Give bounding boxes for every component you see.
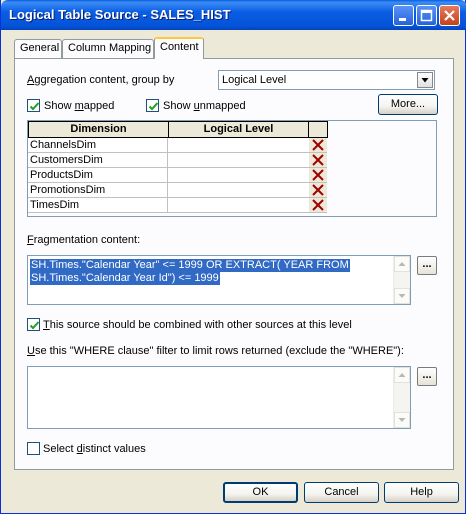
delete-x-icon (312, 154, 324, 166)
show-unmapped-text-rest: nmapped (199, 100, 246, 112)
where-clause-browse-button[interactable]: ... (417, 367, 437, 386)
select-distinct-text-rest: istinct values (82, 443, 146, 455)
scroll-up-button[interactable] (394, 367, 410, 383)
ok-button[interactable]: OK (223, 482, 298, 503)
close-button[interactable] (439, 5, 460, 26)
table-cell-dimension[interactable]: TimesDim (28, 198, 168, 213)
column-header-logical-level[interactable]: Logical Level (168, 121, 309, 138)
table-cell-dimension[interactable]: PromotionsDim (28, 183, 168, 198)
tab-content-label: Content (160, 41, 199, 53)
column-header-delete (308, 121, 328, 138)
chevron-down-icon[interactable] (417, 72, 433, 88)
show-mapped-label[interactable]: Show mapped (44, 100, 114, 112)
more-button[interactable]: More... (378, 94, 438, 115)
chevron-up-icon (398, 373, 406, 377)
combine-sources-label[interactable]: This source should be combined with othe… (43, 319, 352, 331)
where-clause-text: se this "WHERE clause" filter to limit r… (34, 345, 404, 357)
where-clause-scrollbar[interactable] (393, 367, 410, 428)
checkmark-icon (29, 321, 40, 330)
checkmark-icon (29, 102, 40, 111)
delete-x-icon (312, 139, 324, 151)
delete-row-button[interactable] (309, 183, 327, 198)
show-unmapped-text: Show (163, 100, 194, 112)
fragmentation-label-mnemonic: F (27, 234, 34, 246)
delete-row-button[interactable] (309, 168, 327, 183)
table-cell-dimension[interactable]: CustomersDim (28, 153, 168, 168)
aggregation-label-text: ggregation content, group by (34, 74, 175, 86)
table-cell-logical-level[interactable] (168, 168, 309, 183)
where-clause-textarea[interactable] (27, 366, 411, 429)
maximize-button[interactable] (416, 5, 437, 26)
scroll-up-button[interactable] (394, 256, 410, 272)
aggregation-selected-value: Logical Level (222, 74, 287, 86)
delete-x-icon (312, 169, 324, 181)
select-distinct-text: Select (43, 443, 77, 455)
show-mapped-mnemonic: m (74, 100, 84, 112)
scroll-down-button[interactable] (394, 412, 410, 428)
window-title: Logical Table Source - SALES_HIST (9, 7, 231, 22)
show-mapped-text-rest: apped (83, 100, 115, 112)
fragmentation-label: Fragmentation content: (27, 234, 140, 246)
table-cell-dimension[interactable]: ChannelsDim (28, 138, 168, 153)
tab-general[interactable]: General (14, 39, 62, 58)
minimize-icon (399, 18, 406, 21)
fragmentation-scrollbar[interactable] (393, 256, 410, 304)
delete-x-icon (312, 184, 324, 196)
where-clause-mnemonic: U (27, 345, 35, 357)
show-mapped-text: Show (44, 100, 75, 112)
show-unmapped-checkbox[interactable] (146, 99, 159, 112)
scroll-down-button[interactable] (394, 288, 410, 304)
tab-general-label: General (20, 42, 60, 54)
close-icon (444, 10, 455, 21)
table-cell-logical-level[interactable] (168, 183, 309, 198)
chevron-down-icon (398, 418, 406, 422)
chevron-down-icon (398, 294, 406, 298)
table-cell-logical-level[interactable] (168, 153, 309, 168)
table-cell-dimension[interactable]: ProductsDim (28, 168, 168, 183)
title-bar[interactable]: Logical Table Source - SALES_HIST (1, 0, 466, 30)
checkmark-icon (148, 102, 159, 111)
select-distinct-checkbox[interactable] (27, 442, 40, 455)
table-cell-logical-level[interactable] (168, 138, 309, 153)
show-mapped-checkbox[interactable] (27, 99, 40, 112)
select-distinct-label[interactable]: Select distinct values (43, 443, 146, 455)
fragmentation-line: SH.Times."Calendar Year Id") <= 1999 (30, 272, 220, 285)
chevron-up-icon (398, 262, 406, 266)
tab-content[interactable]: Content (154, 37, 204, 59)
fragmentation-label-text: ragmentation content: (33, 234, 141, 246)
aggregation-label: Aggregation content, group by (27, 74, 174, 86)
minimize-button[interactable] (393, 5, 414, 26)
delete-row-button[interactable] (309, 138, 327, 153)
delete-x-icon (312, 199, 324, 211)
delete-row-button[interactable] (309, 153, 327, 168)
where-clause-label: Use this "WHERE clause" filter to limit … (27, 345, 404, 357)
combine-sources-checkbox[interactable] (27, 318, 40, 331)
tab-column-mapping[interactable]: Column Mapping (62, 39, 154, 58)
combine-sources-mnemonic: T (43, 319, 50, 331)
show-unmapped-label[interactable]: Show unmapped (163, 100, 246, 112)
column-header-dimension[interactable]: Dimension (28, 121, 169, 138)
tab-column-mapping-label: Column Mapping (68, 42, 152, 54)
combine-sources-text: his source should be combined with other… (49, 319, 352, 331)
fragmentation-browse-button[interactable]: ... (417, 256, 437, 275)
delete-row-button[interactable] (309, 198, 327, 213)
cancel-button[interactable]: Cancel (304, 482, 379, 503)
maximize-icon (420, 9, 433, 22)
fragmentation-line: SH.Times."Calendar Year" <= 1999 OR EXTR… (30, 259, 350, 272)
dimension-table: Dimension Logical Level ChannelsDim Cust… (27, 120, 437, 217)
table-cell-logical-level[interactable] (168, 198, 309, 213)
dialog-window: Logical Table Source - SALES_HIST Genera… (0, 0, 466, 514)
fragmentation-textarea[interactable]: SH.Times."Calendar Year" <= 1999 OR EXTR… (27, 255, 411, 305)
help-button[interactable]: Help (384, 482, 459, 503)
aggregation-group-by-select[interactable]: Logical Level (218, 70, 435, 90)
